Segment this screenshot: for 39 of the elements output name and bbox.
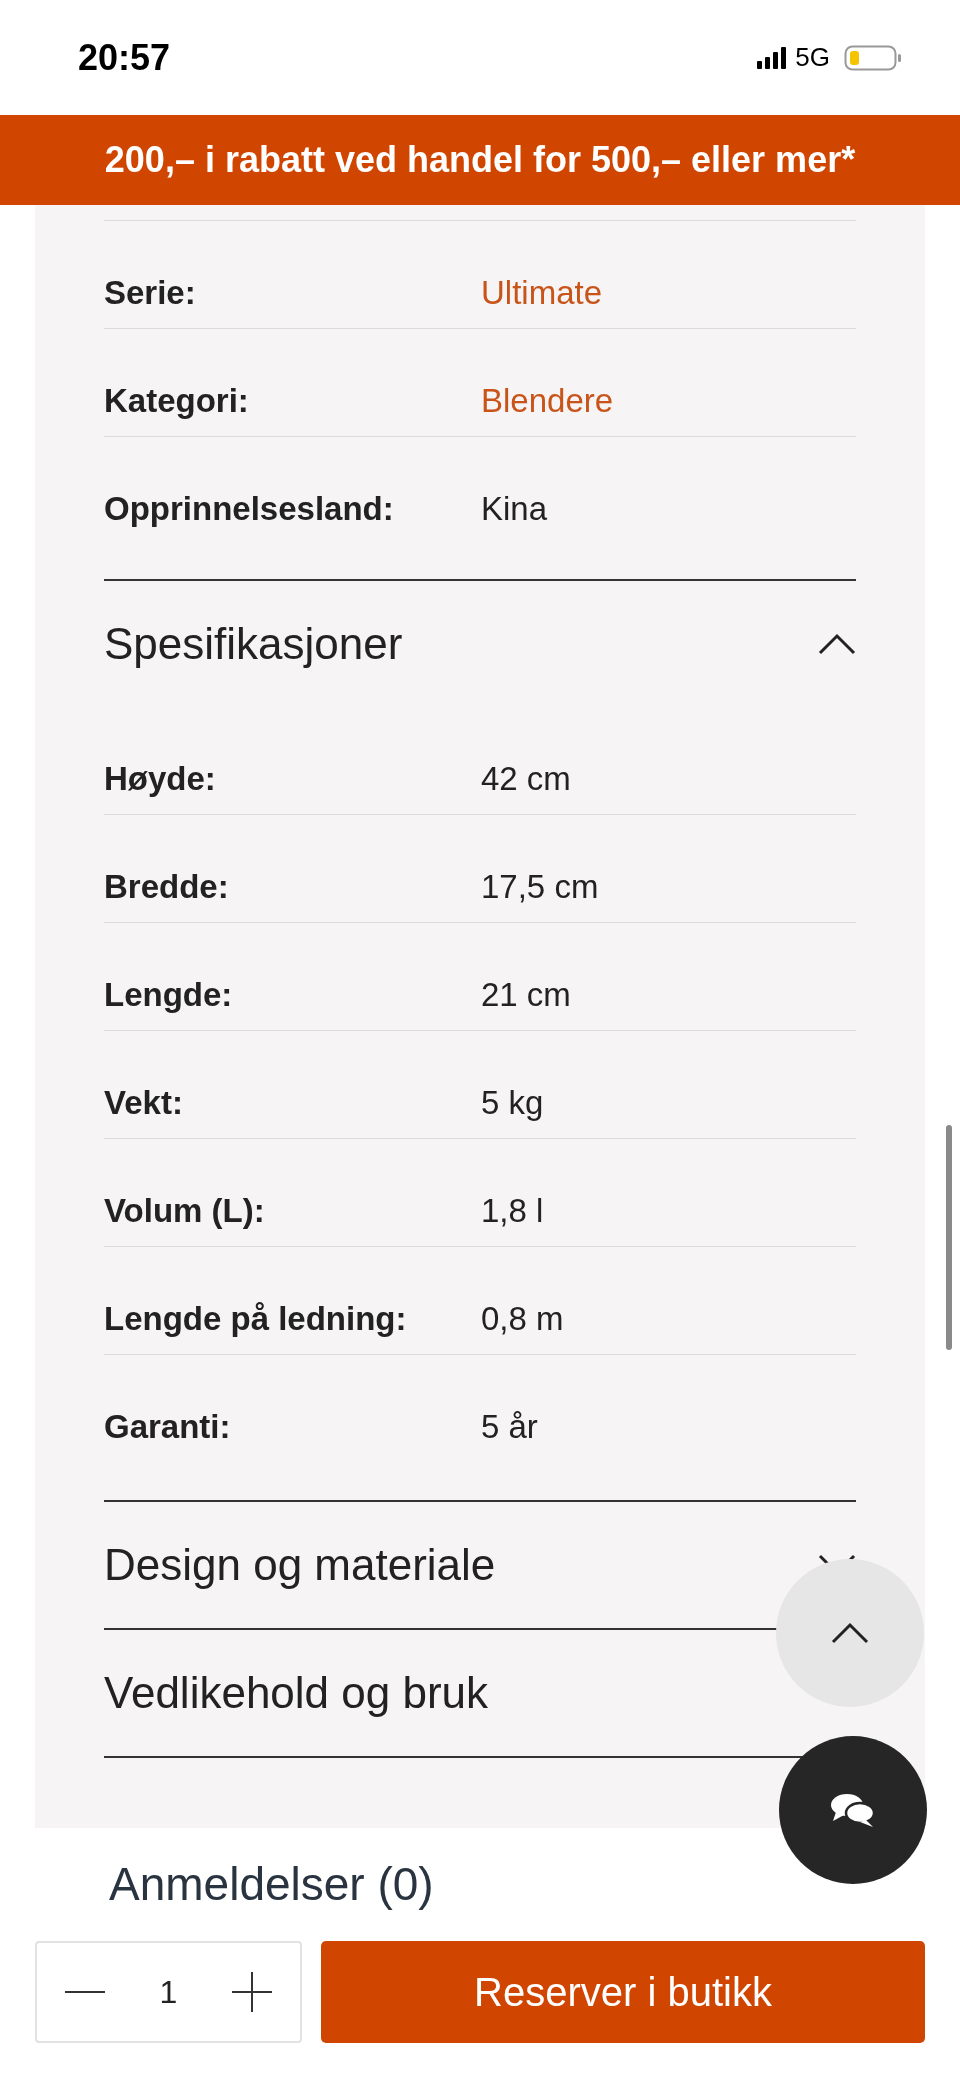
- spec-value: 17,5 cm: [481, 867, 599, 907]
- plus-icon: [232, 1972, 272, 2012]
- spec-value: 42 cm: [481, 759, 571, 799]
- chevron-up-icon: [831, 1622, 869, 1644]
- reserve-button[interactable]: Reserver i butikk: [321, 1941, 925, 2043]
- plus-button[interactable]: [232, 1972, 272, 2012]
- value-link[interactable]: Ultimate: [481, 271, 603, 315]
- spec-value: 5 år: [481, 1407, 538, 1447]
- spec-value: 0,8 m: [481, 1299, 564, 1339]
- promo-text: 200,– i rabatt ved handel for 500,– eller mer*: [104, 139, 856, 181]
- spec-label: Garanti:: [104, 1407, 232, 1447]
- chat-bubbles-icon: [830, 1792, 876, 1828]
- promo-banner[interactable]: 200,– i rabatt ved handel for 500,– eller mer*: [0, 115, 960, 205]
- spec-value: 5 kg: [481, 1083, 544, 1123]
- quantity-stepper[interactable]: 1: [35, 1941, 302, 2043]
- section-title[interactable]: Design og materiale: [104, 1540, 496, 1590]
- spec-label: Kategori:: [104, 381, 250, 421]
- spec-value: 21 cm: [481, 975, 571, 1015]
- quantity-value: 1: [159, 1973, 178, 2011]
- spec-label: Høyde:: [104, 759, 217, 799]
- spec-label: Lengde:: [104, 975, 234, 1015]
- section-title[interactable]: Spesifikasjoner: [104, 619, 403, 669]
- spec-label: Opprinnelsesland:: [104, 489, 395, 529]
- section-title[interactable]: Vedlikehold og bruk: [104, 1668, 489, 1718]
- spec-label: Volum (L):: [104, 1191, 266, 1231]
- minus-icon: [65, 1990, 105, 1994]
- spec-value: 1,8 l: [481, 1191, 544, 1231]
- minus-button[interactable]: [65, 1990, 105, 1994]
- signal-icon: [757, 46, 788, 69]
- spec-value: Kina: [481, 489, 548, 529]
- spec-label: Bredde:: [104, 867, 230, 907]
- spec-label: Lengde på ledning:: [104, 1299, 408, 1339]
- reviews-heading: Anmeldelser (0): [109, 1858, 434, 1910]
- spec-label: Vekt:: [104, 1083, 184, 1123]
- network-label: 5G: [795, 42, 830, 73]
- spec-label: Serie:: [104, 273, 197, 313]
- value-link[interactable]: Blendere: [481, 379, 614, 423]
- clock-time: 20:57: [78, 36, 171, 79]
- battery-icon: [844, 44, 902, 71]
